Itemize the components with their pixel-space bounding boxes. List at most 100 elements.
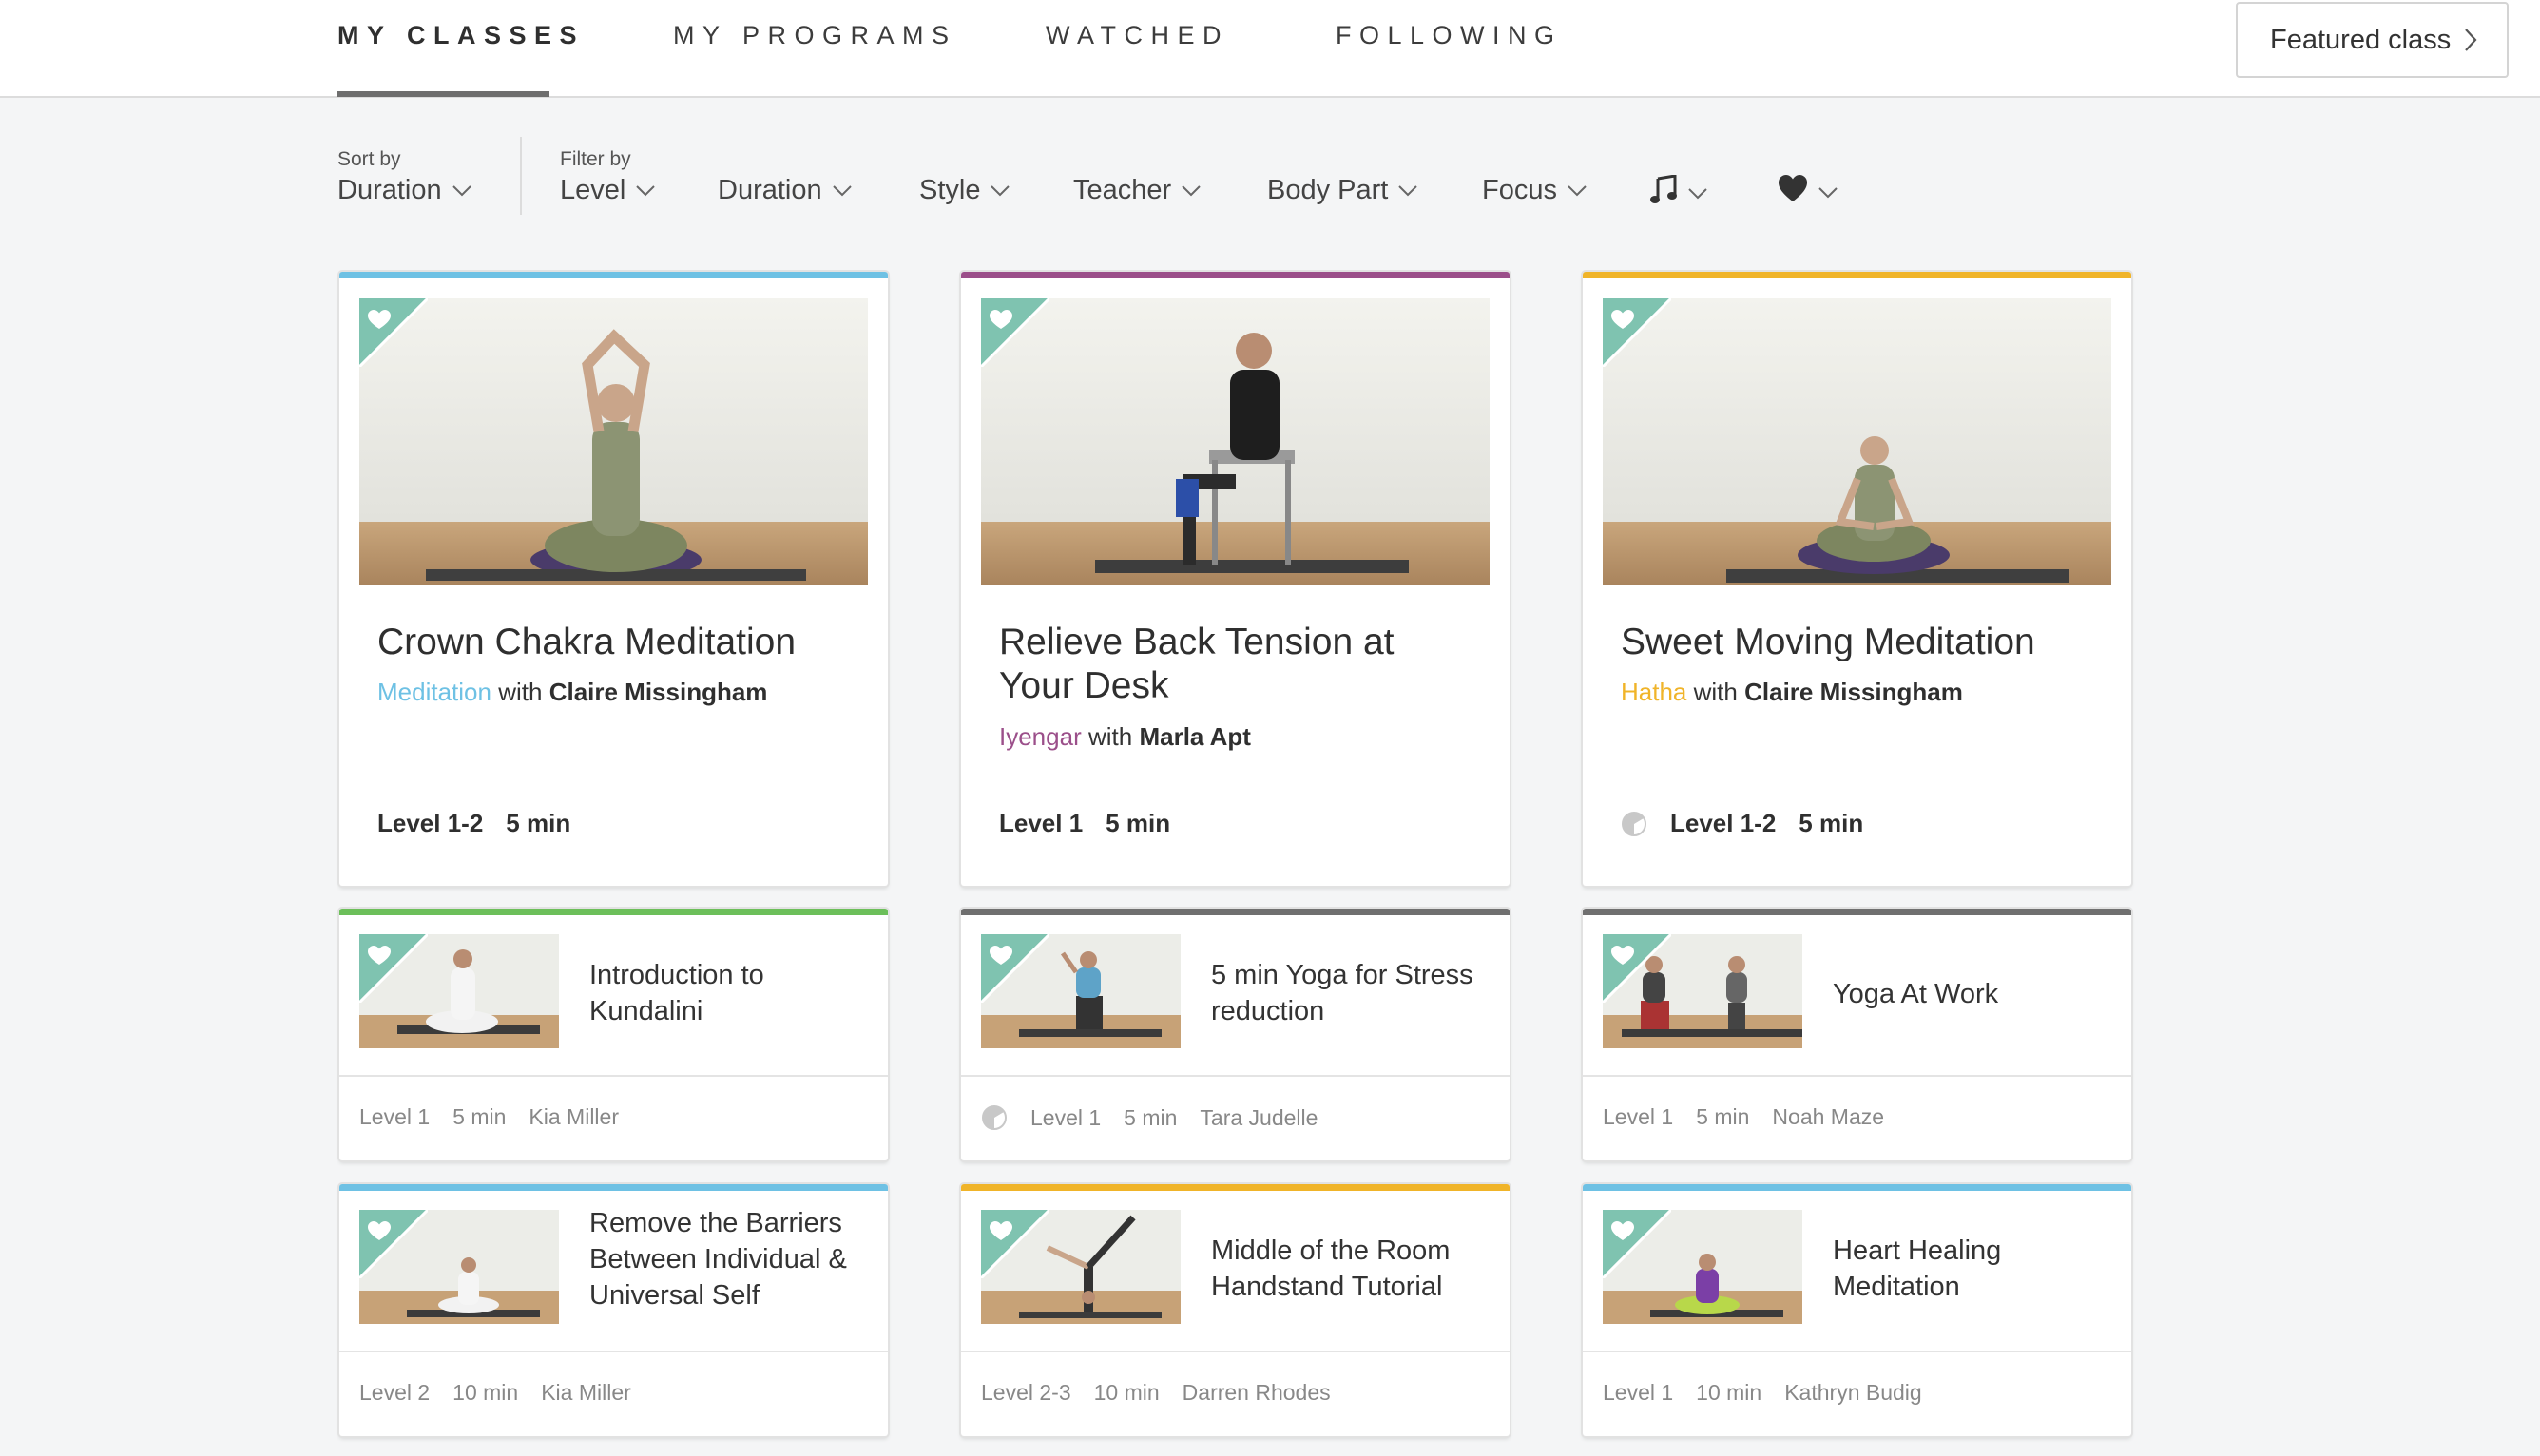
class-duration: 5 min bbox=[506, 809, 571, 837]
card-divider bbox=[961, 1351, 1510, 1352]
class-style[interactable]: Meditation bbox=[377, 678, 491, 706]
class-thumbnail[interactable] bbox=[359, 298, 868, 585]
sort-value: Duration bbox=[337, 175, 442, 205]
class-thumbnail[interactable] bbox=[1603, 298, 2111, 585]
style-accent-bar bbox=[1583, 909, 2131, 915]
class-meta: Level 2-3 10 min Darren Rhodes bbox=[981, 1380, 1331, 1406]
class-thumbnail[interactable] bbox=[359, 934, 562, 1048]
filter-teacher[interactable]: Teacher bbox=[1073, 175, 1202, 206]
style-accent-bar bbox=[961, 909, 1510, 915]
chevron-down-icon bbox=[1181, 184, 1202, 198]
class-style-teacher: Iyengar with Marla Apt bbox=[999, 722, 1251, 752]
class-card[interactable]: Yoga At Work Level 1 5 min Noah Maze bbox=[1583, 909, 2131, 1160]
featured-class-card[interactable]: Sweet Moving Meditation Hatha with Clair… bbox=[1583, 272, 2131, 886]
favorite-icon[interactable] bbox=[1603, 298, 1671, 367]
filter-favorites[interactable] bbox=[1778, 175, 1838, 211]
class-thumbnail[interactable] bbox=[981, 298, 1490, 585]
class-card[interactable]: 5 min Yoga for Stress reduction Level 1 … bbox=[961, 909, 1510, 1160]
chevron-down-icon bbox=[1567, 184, 1588, 198]
class-thumbnail[interactable] bbox=[359, 1210, 562, 1324]
filter-level-value: Level bbox=[560, 175, 626, 205]
filter-level[interactable]: Filter by Level bbox=[560, 148, 656, 206]
favorite-icon[interactable] bbox=[1603, 1210, 1671, 1278]
filter-music[interactable] bbox=[1649, 174, 1708, 213]
style-accent-bar bbox=[339, 272, 888, 278]
class-level: Level 2 bbox=[359, 1380, 431, 1405]
class-meta: Level 1-2 5 min bbox=[377, 809, 570, 838]
class-title[interactable]: Crown Chakra Meditation bbox=[377, 621, 834, 664]
tab-my-classes[interactable]: MY CLASSES bbox=[337, 21, 585, 50]
sort-dropdown[interactable]: Sort by Duration bbox=[337, 148, 472, 206]
chevron-down-icon bbox=[832, 184, 853, 198]
card-divider bbox=[961, 1075, 1510, 1077]
class-card[interactable]: Introduction to Kundalini Level 1 5 min … bbox=[339, 909, 888, 1160]
class-title[interactable]: Remove the Barriers Between Individual &… bbox=[589, 1205, 865, 1313]
class-level: Level 1 bbox=[1603, 1104, 1674, 1129]
class-thumbnail[interactable] bbox=[981, 934, 1183, 1048]
with-text: with bbox=[1087, 722, 1133, 751]
filter-focus[interactable]: Focus bbox=[1482, 175, 1588, 206]
class-level: Level 1 bbox=[359, 1104, 431, 1129]
style-accent-bar bbox=[1583, 1184, 2131, 1191]
card-divider bbox=[1583, 1075, 2131, 1077]
class-teacher[interactable]: Kia Miller bbox=[541, 1380, 631, 1406]
favorite-icon[interactable] bbox=[981, 1210, 1049, 1278]
style-accent-bar bbox=[339, 909, 888, 915]
class-teacher[interactable]: Tara Judelle bbox=[1200, 1105, 1318, 1131]
class-teacher[interactable]: Kathryn Budig bbox=[1784, 1380, 1921, 1406]
class-thumbnail[interactable] bbox=[1603, 1210, 1805, 1324]
tab-following[interactable]: FOLLOWING bbox=[1336, 21, 1563, 50]
class-title[interactable]: Introduction to Kundalini bbox=[589, 957, 865, 1029]
favorite-icon[interactable] bbox=[981, 934, 1049, 1003]
favorite-icon[interactable] bbox=[1603, 934, 1671, 1003]
tab-my-programs[interactable]: MY PROGRAMS bbox=[673, 21, 957, 50]
featured-class-button[interactable]: Featured class bbox=[2236, 2, 2509, 78]
music-note-icon bbox=[1649, 174, 1678, 213]
class-title[interactable]: Heart Healing Meditation bbox=[1833, 1233, 2108, 1305]
class-teacher[interactable]: Noah Maze bbox=[1772, 1104, 1884, 1130]
class-style[interactable]: Iyengar bbox=[999, 722, 1082, 751]
filter-duration-value: Duration bbox=[718, 175, 822, 205]
favorite-icon[interactable] bbox=[359, 1210, 428, 1278]
class-meta: Level 1-2 5 min bbox=[1621, 809, 1863, 838]
style-accent-bar bbox=[1583, 272, 2131, 278]
class-duration: 5 min bbox=[452, 1104, 507, 1129]
class-level: Level 1-2 bbox=[377, 809, 484, 837]
favorite-icon[interactable] bbox=[359, 934, 428, 1003]
class-style[interactable]: Hatha bbox=[1621, 678, 1686, 706]
class-title[interactable]: Sweet Moving Meditation bbox=[1621, 621, 2077, 664]
featured-class-card[interactable]: Relieve Back Tension at Your Desk Iyenga… bbox=[961, 272, 1510, 886]
class-level: Level 2-3 bbox=[981, 1380, 1071, 1405]
class-card[interactable]: Heart Healing Meditation Level 1 10 min … bbox=[1583, 1184, 2131, 1436]
chevron-right-icon bbox=[2464, 28, 2477, 52]
class-level: Level 1-2 bbox=[1670, 809, 1777, 837]
class-thumbnail[interactable] bbox=[981, 1210, 1183, 1324]
class-teacher[interactable]: Marla Apt bbox=[1139, 722, 1251, 751]
chevron-down-icon bbox=[1397, 184, 1418, 198]
filter-style-value: Style bbox=[919, 175, 981, 205]
class-title[interactable]: Relieve Back Tension at Your Desk bbox=[999, 621, 1455, 708]
favorite-icon[interactable] bbox=[981, 298, 1049, 367]
class-title[interactable]: Yoga At Work bbox=[1833, 976, 2108, 1012]
featured-class-card[interactable]: Crown Chakra Meditation Meditation with … bbox=[339, 272, 888, 886]
filter-style[interactable]: Style bbox=[919, 175, 1010, 206]
chevron-down-icon bbox=[990, 184, 1010, 198]
class-title[interactable]: 5 min Yoga for Stress reduction bbox=[1211, 957, 1487, 1029]
class-title[interactable]: Middle of the Room Handstand Tutorial bbox=[1211, 1233, 1487, 1305]
class-duration: 10 min bbox=[1093, 1380, 1160, 1405]
watch-progress-icon bbox=[1622, 811, 1646, 836]
class-thumbnail[interactable] bbox=[1603, 934, 1805, 1048]
class-meta: Level 1 5 min bbox=[999, 809, 1170, 838]
class-card[interactable]: Remove the Barriers Between Individual &… bbox=[339, 1184, 888, 1436]
filter-body-part-value: Body Part bbox=[1267, 175, 1389, 205]
class-teacher[interactable]: Claire Missingham bbox=[1744, 678, 1963, 706]
filter-focus-value: Focus bbox=[1482, 175, 1557, 205]
filter-body-part[interactable]: Body Part bbox=[1267, 175, 1418, 206]
tab-watched[interactable]: WATCHED bbox=[1046, 21, 1229, 50]
class-teacher[interactable]: Claire Missingham bbox=[549, 678, 768, 706]
class-teacher[interactable]: Kia Miller bbox=[529, 1104, 619, 1130]
favorite-icon[interactable] bbox=[359, 298, 428, 367]
class-card[interactable]: Middle of the Room Handstand Tutorial Le… bbox=[961, 1184, 1510, 1436]
class-teacher[interactable]: Darren Rhodes bbox=[1183, 1380, 1331, 1406]
filter-duration[interactable]: Duration bbox=[718, 175, 853, 206]
